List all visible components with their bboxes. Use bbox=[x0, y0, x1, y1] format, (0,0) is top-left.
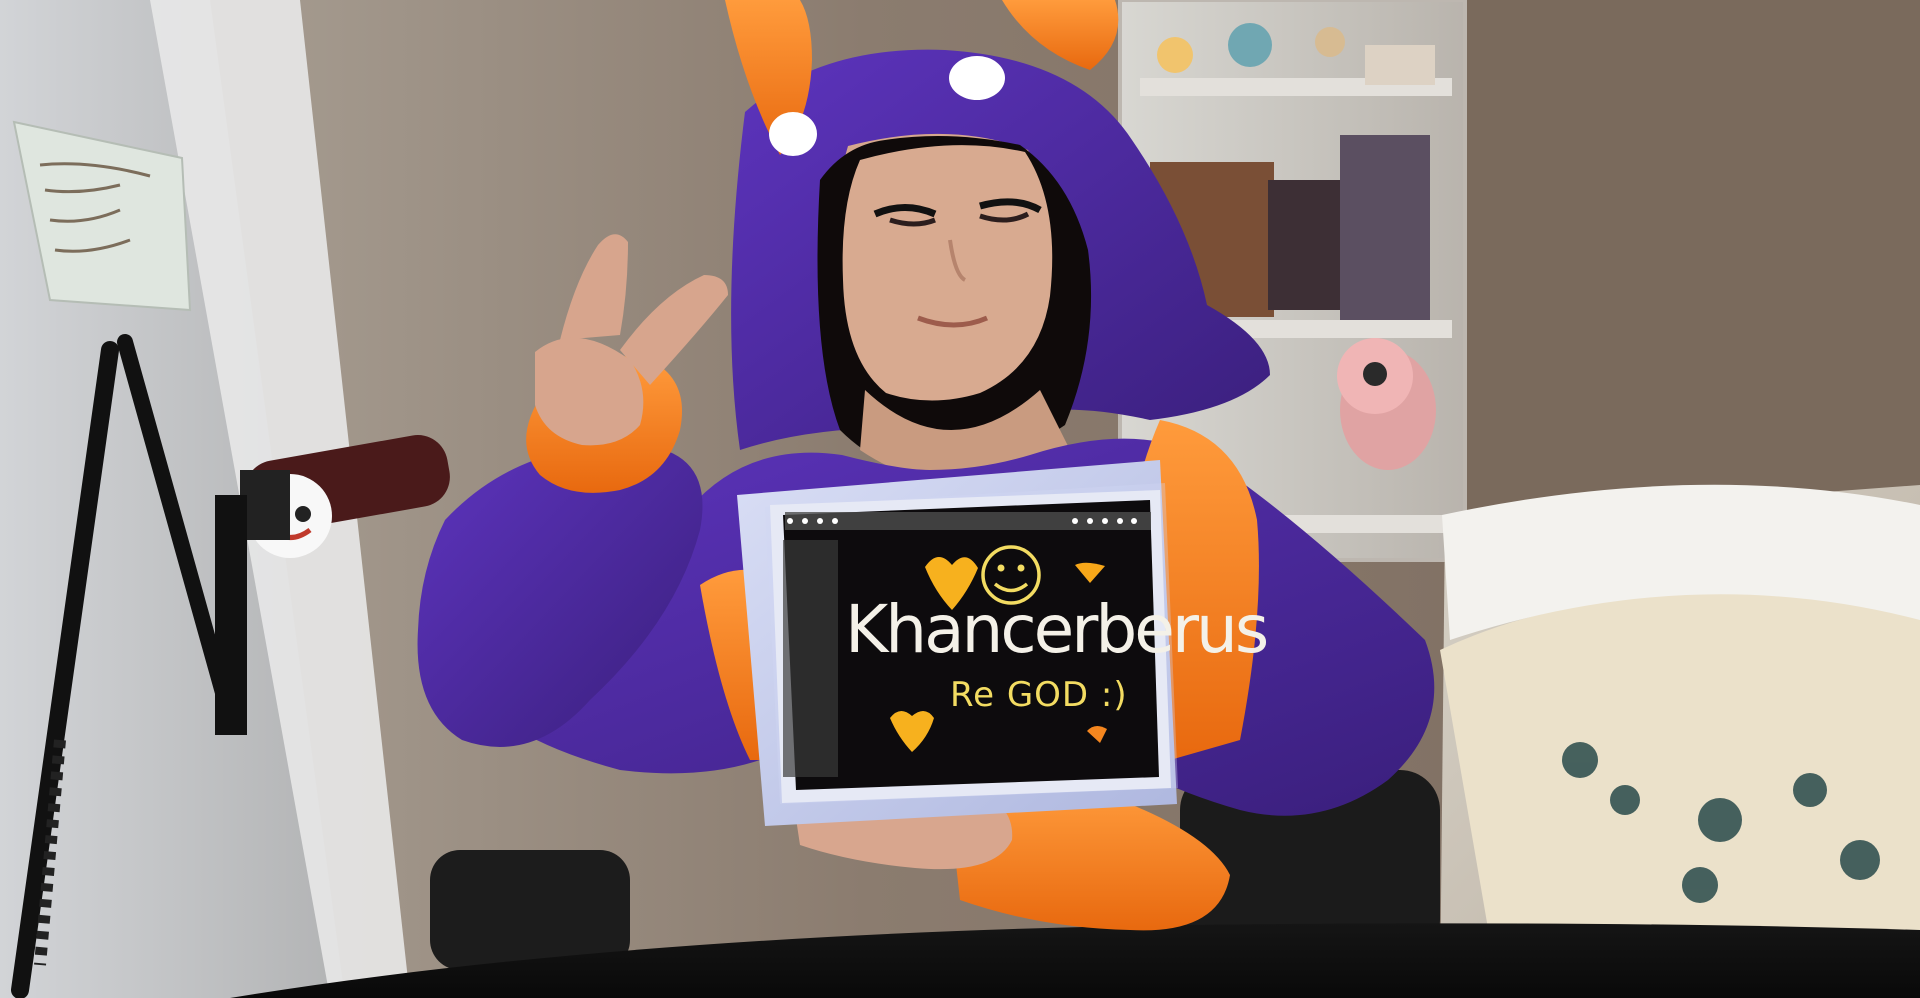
chair-arm bbox=[430, 850, 630, 970]
photo-illustration bbox=[0, 0, 1920, 998]
tablet-subline: Re GOD :) bbox=[950, 675, 1128, 715]
photo-scene: Khancerberus Re GOD :) bbox=[0, 0, 1920, 998]
tablet-headline: Khancerberus bbox=[845, 591, 1269, 668]
right-wall bbox=[1450, 0, 1920, 520]
bed bbox=[1440, 484, 1920, 998]
